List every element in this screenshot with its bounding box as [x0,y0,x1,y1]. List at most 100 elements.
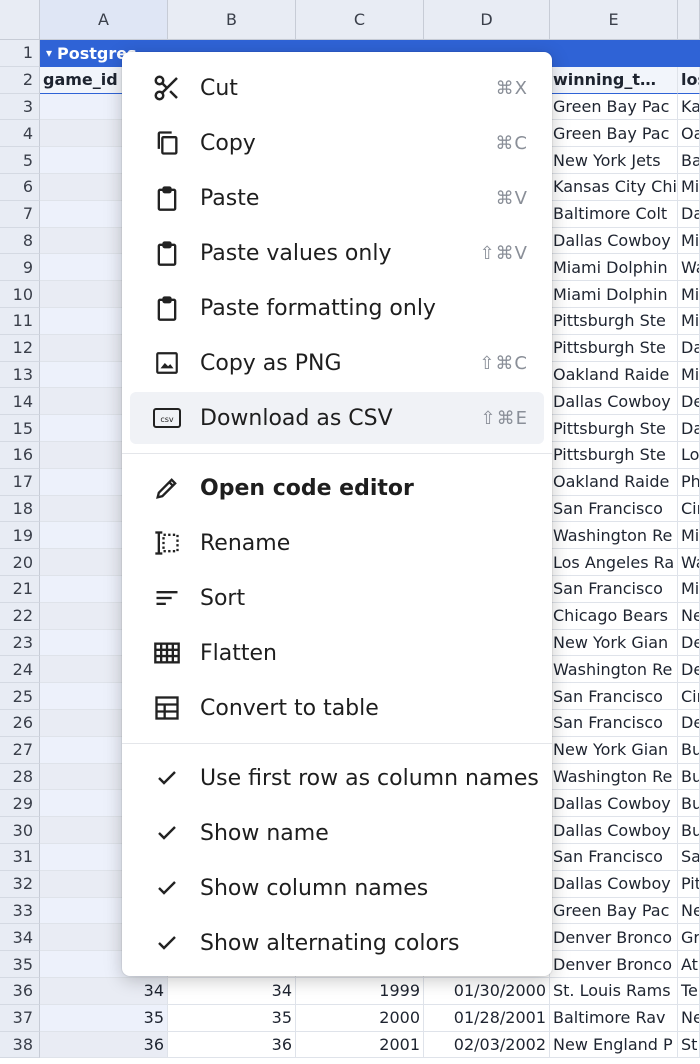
cell-losing-team[interactable]: Mi [678,227,700,255]
cell-winning-team[interactable]: San Francisco [550,576,678,603]
cell-winning-team[interactable]: Dallas Cowboy [550,790,678,818]
cell-winning-team[interactable]: Dallas Cowboy [550,870,678,898]
row-number[interactable]: 15 [0,415,40,442]
cell-winning-team[interactable]: Green Bay Pac [550,897,678,925]
cell-winning-team[interactable]: Pittsburgh Ste [550,415,678,442]
cell-losing-team[interactable]: Ka [678,93,700,121]
column-header-e[interactable]: E [550,0,678,40]
menu-item-show-alternating-colors[interactable]: Show alternating colors [130,917,544,969]
cell-game-id[interactable]: 35 [40,1004,168,1032]
row-number[interactable]: 34 [0,924,40,952]
cell-winning-team[interactable]: New York Gian [550,736,678,764]
row-number[interactable]: 7 [0,200,40,228]
cell[interactable]: 36 [168,1031,296,1059]
menu-item-copy-png[interactable]: Copy as PNG ⇧⌘C [130,337,544,389]
cell[interactable]: 35 [168,1004,296,1032]
cell-losing-team[interactable]: Mi [678,281,700,308]
column-header-f[interactable] [678,0,700,40]
cell-winning-team[interactable]: San Francisco [550,710,678,737]
cell-winning-team[interactable]: Oakland Raide [550,361,678,389]
cell-date[interactable]: 01/28/2001 [424,1004,550,1032]
column-header-a[interactable]: A [40,0,168,40]
row-number[interactable]: 32 [0,870,40,898]
cell-losing-team[interactable]: At [678,951,700,978]
cell-losing-team[interactable]: Ne [678,602,700,630]
cell-winning-team[interactable]: Green Bay Pac [550,93,678,121]
cell-losing-team[interactable]: Wa [678,254,700,282]
cell-losing-team[interactable]: Bu [678,763,700,791]
row-number[interactable]: 1 [0,40,40,67]
cell-winning-team[interactable]: New York Gian [550,629,678,657]
cell-losing-team[interactable]: De [678,388,700,416]
row-number[interactable]: 12 [0,334,40,362]
cell-losing-team[interactable]: Mi [678,361,700,389]
cell-losing-team[interactable]: Bu [678,790,700,818]
cell[interactable]: 2000 [296,1004,424,1032]
row-number[interactable]: 37 [0,1004,40,1032]
cell-losing-team[interactable]: Wa [678,549,700,576]
cell-winning-team[interactable]: Chicago Bears [550,602,678,630]
cell-losing-team[interactable]: Mi [678,308,700,335]
cell-winning-team[interactable]: Kansas City Chi [550,174,678,201]
row-number[interactable]: 16 [0,442,40,469]
cell-winning-team[interactable]: Denver Bronco [550,951,678,978]
cell-losing-team[interactable]: Pit [678,870,700,898]
cell-winning-team[interactable]: Dallas Cowboy [550,227,678,255]
cell-losing-team[interactable]: Cir [678,683,700,710]
cell-game-id[interactable]: 36 [40,1031,168,1059]
row-number[interactable]: 27 [0,736,40,764]
cell-losing-team[interactable]: Ph [678,468,700,496]
cell-winning-team[interactable]: Oakland Raide [550,468,678,496]
cell-losing-team[interactable]: Mi [678,576,700,603]
cell-losing-team[interactable]: Te [678,978,700,1005]
row-number[interactable]: 22 [0,602,40,630]
cell-losing-team[interactable]: Bu [678,736,700,764]
menu-item-rename[interactable]: Rename [130,517,544,569]
cell-losing-team[interactable]: St. [678,1031,700,1059]
row-number[interactable]: 25 [0,683,40,710]
menu-item-paste-formatting[interactable]: Paste formatting only [130,282,544,334]
row-number[interactable]: 5 [0,147,40,174]
row-number[interactable]: 24 [0,656,40,684]
row-number[interactable]: 11 [0,308,40,335]
row-number[interactable]: 13 [0,361,40,389]
cell-winning-team[interactable]: Denver Bronco [550,924,678,952]
row-number[interactable]: 31 [0,844,40,871]
row-number[interactable]: 33 [0,897,40,925]
row-number[interactable]: 29 [0,790,40,818]
cell-date[interactable]: 02/03/2002 [424,1031,550,1059]
row-number[interactable]: 18 [0,495,40,523]
cell-losing-team[interactable]: Da [678,415,700,442]
column-name-losing-team[interactable]: los [678,66,700,94]
menu-item-paste[interactable]: Paste ⌘V [130,172,544,224]
column-header-c[interactable]: C [296,0,424,40]
cell-losing-team[interactable]: Ne [678,897,700,925]
menu-item-flatten[interactable]: Flatten [130,627,544,679]
cell-losing-team[interactable]: Da [678,334,700,362]
row-number[interactable]: 20 [0,549,40,576]
cell-losing-team[interactable]: Mi [678,522,700,550]
row-number[interactable]: 17 [0,468,40,496]
menu-item-sort[interactable]: Sort [130,572,544,624]
cell-winning-team[interactable]: St. Louis Rams [550,978,678,1005]
cell-winning-team[interactable]: San Francisco [550,495,678,523]
cell-losing-team[interactable]: Ba [678,147,700,174]
cell-winning-team[interactable]: Pittsburgh Ste [550,308,678,335]
menu-item-convert-table[interactable]: Convert to table [130,682,544,734]
cell[interactable]: 2001 [296,1031,424,1059]
row-number[interactable]: 14 [0,388,40,416]
row-number[interactable]: 30 [0,817,40,844]
cell-losing-team[interactable]: De [678,656,700,684]
row-number[interactable]: 8 [0,227,40,255]
cell-winning-team[interactable]: Pittsburgh Ste [550,442,678,469]
row-number[interactable]: 35 [0,951,40,978]
cell-losing-team[interactable]: Gr [678,924,700,952]
column-name-winning-team[interactable]: winning_t… [550,66,678,94]
cell-winning-team[interactable]: New England P [550,1031,678,1059]
row-number[interactable]: 23 [0,629,40,657]
cell-losing-team[interactable]: Mi [678,174,700,201]
cell-winning-team[interactable]: Miami Dolphin [550,281,678,308]
cell-losing-team[interactable]: Da [678,200,700,228]
row-number[interactable]: 10 [0,281,40,308]
menu-item-open-code-editor[interactable]: Open code editor [130,462,544,514]
